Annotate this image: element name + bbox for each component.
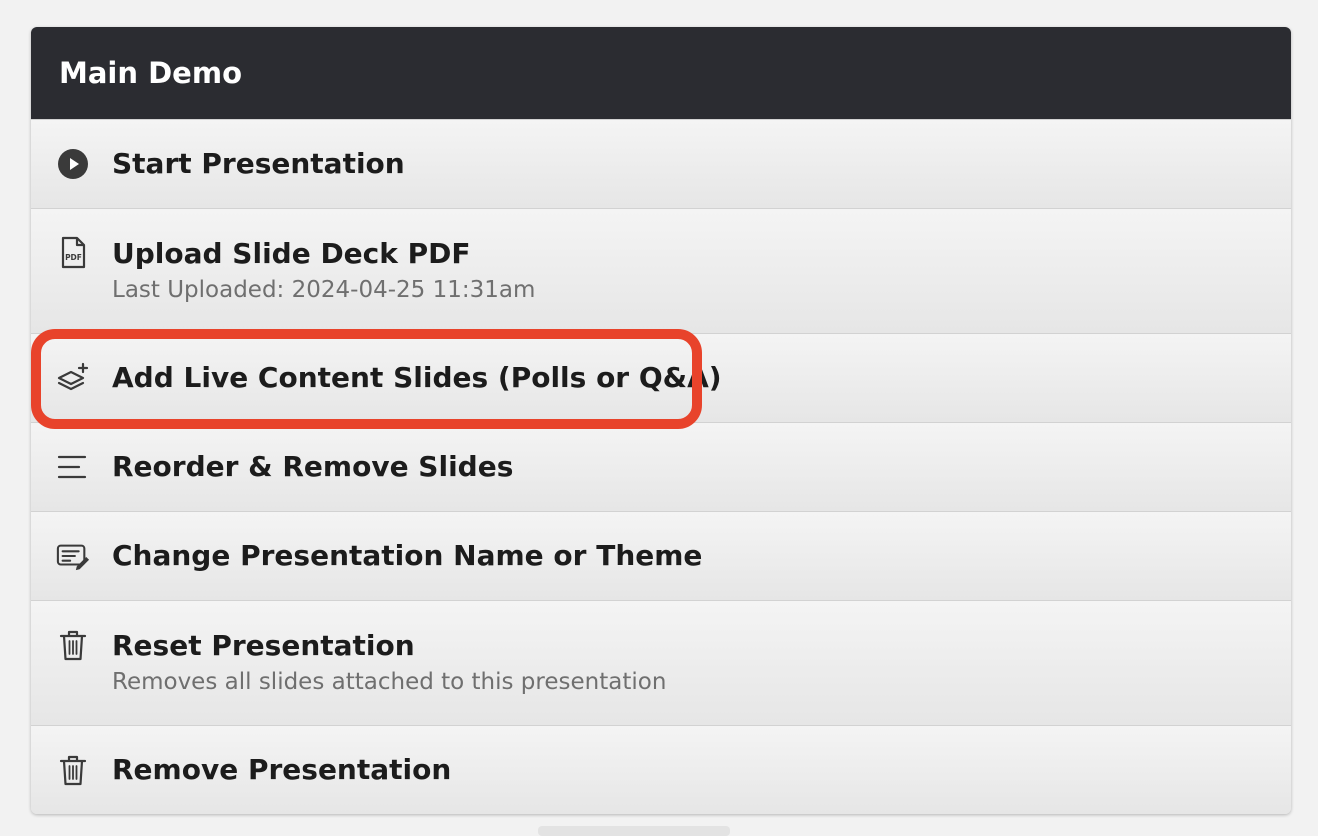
start-presentation-label: Start Presentation — [112, 147, 405, 180]
bottom-edge-tab — [538, 826, 730, 836]
reorder-lines-icon — [56, 450, 90, 484]
last-uploaded-text: Last Uploaded: 2024-04-25 11:31am — [112, 277, 536, 303]
presentation-menu-panel: Main Demo Start Presentation PDF Upload … — [31, 27, 1291, 814]
start-presentation-item[interactable]: Start Presentation — [31, 119, 1291, 208]
remove-presentation-item[interactable]: Remove Presentation — [31, 725, 1291, 814]
panel-title: Main Demo — [59, 56, 242, 90]
reset-presentation-label: Reset Presentation — [112, 629, 415, 662]
svg-text:PDF: PDF — [65, 253, 82, 262]
reorder-remove-slides-label: Reorder & Remove Slides — [112, 450, 514, 483]
play-circle-icon — [56, 147, 90, 181]
layers-add-icon — [56, 361, 90, 395]
change-name-theme-item[interactable]: Change Presentation Name or Theme — [31, 511, 1291, 600]
panel-header: Main Demo — [31, 27, 1291, 119]
add-live-content-slides-item[interactable]: Add Live Content Slides (Polls or Q&A) — [31, 333, 1291, 422]
reset-presentation-item[interactable]: Reset Presentation Removes all slides at… — [31, 600, 1291, 725]
reorder-remove-slides-item[interactable]: Reorder & Remove Slides — [31, 422, 1291, 511]
trash-icon — [56, 753, 90, 787]
pdf-file-icon: PDF — [56, 236, 90, 270]
reset-presentation-description: Removes all slides attached to this pres… — [112, 669, 667, 695]
remove-presentation-label: Remove Presentation — [112, 753, 452, 786]
trash-icon — [56, 628, 90, 662]
add-live-content-slides-label: Add Live Content Slides (Polls or Q&A) — [112, 361, 722, 394]
upload-slide-deck-label: Upload Slide Deck PDF — [112, 237, 471, 270]
change-name-theme-label: Change Presentation Name or Theme — [112, 539, 703, 572]
upload-slide-deck-item[interactable]: PDF Upload Slide Deck PDF Last Uploaded:… — [31, 208, 1291, 333]
edit-text-icon — [56, 539, 90, 573]
